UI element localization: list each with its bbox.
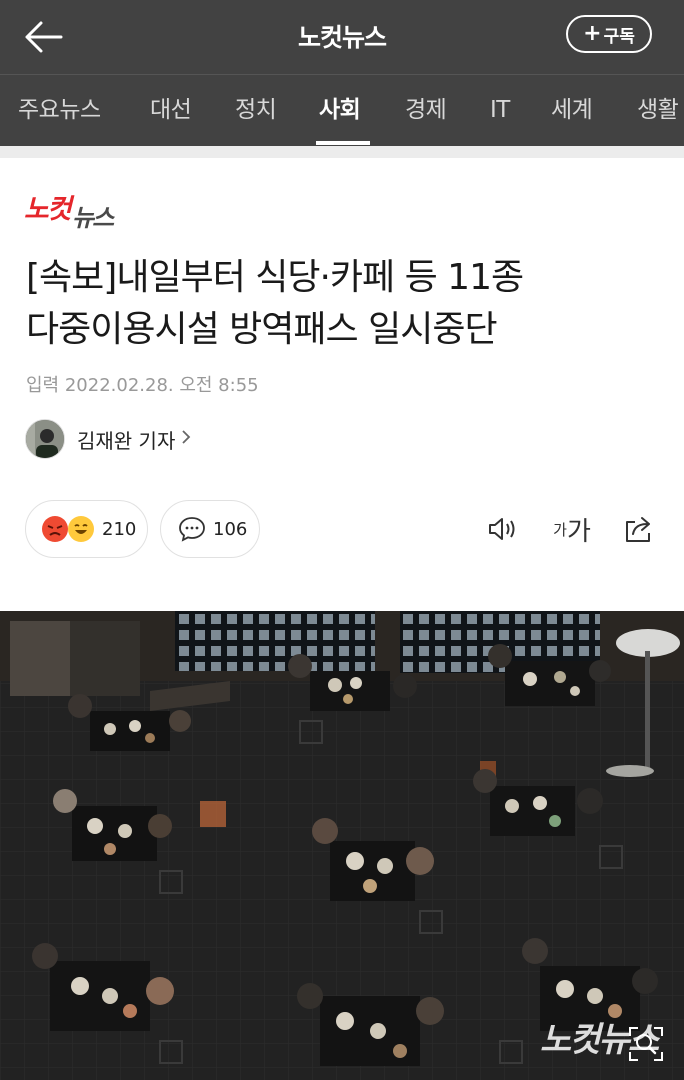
- tab-life[interactable]: 생활: [637, 75, 679, 146]
- avatar: [25, 419, 65, 459]
- font-size-button[interactable]: 가가: [549, 508, 595, 550]
- category-tabs: 주요뉴스 대선 정치 사회 경제 IT 세계 생활: [0, 74, 684, 146]
- font-size-large-label: 가: [566, 516, 591, 547]
- chevron-right-icon: [181, 429, 191, 450]
- active-tab-indicator: [316, 141, 370, 145]
- divider: [0, 146, 684, 158]
- tab-it[interactable]: IT: [490, 75, 510, 146]
- tab-society[interactable]: 사회: [319, 75, 361, 146]
- share-icon[interactable]: [618, 508, 660, 550]
- comment-count: 106: [213, 518, 248, 540]
- subscribe-label: 구독: [603, 26, 635, 47]
- headline-line-2: 다중이용시설 방역패스 일시중단: [26, 309, 498, 350]
- subscribe-button[interactable]: + 구독: [566, 15, 652, 53]
- headline-line-1: [속보]내일부터 식당·카페 등 11종: [26, 257, 524, 298]
- tab-politics[interactable]: 정치: [235, 75, 277, 146]
- article-headline: [속보]내일부터 식당·카페 등 11종 다중이용시설 방역패스 일시중단: [26, 252, 666, 356]
- angry-emoji-icon: [42, 516, 68, 542]
- svg-text:노컷: 노컷: [24, 194, 75, 225]
- reactions-button[interactable]: 210: [25, 500, 148, 558]
- laughing-emoji-icon: [68, 516, 94, 542]
- tab-election[interactable]: 대선: [150, 75, 192, 146]
- author-name: 김재완 기자: [77, 428, 176, 453]
- font-size-small-label: 가: [553, 520, 567, 539]
- tab-economy[interactable]: 경제: [405, 75, 447, 146]
- press-logo[interactable]: 노컷 뉴스: [24, 188, 124, 232]
- comments-button[interactable]: 106: [160, 500, 260, 558]
- reaction-count: 210: [102, 518, 137, 540]
- speaker-icon[interactable]: [482, 508, 524, 550]
- app-header: 노컷뉴스 + 구독: [0, 0, 684, 74]
- tab-world[interactable]: 세계: [551, 75, 593, 146]
- svg-text:뉴스: 뉴스: [72, 204, 115, 230]
- tab-main-news[interactable]: 주요뉴스: [18, 75, 101, 146]
- article-photo: [0, 611, 684, 1080]
- comment-icon: [178, 516, 206, 546]
- published-date: 입력 2022.02.28. 오전 8:55: [26, 375, 259, 396]
- zoom-search-icon[interactable]: [628, 1026, 664, 1062]
- author-link[interactable]: 김재완 기자: [25, 419, 191, 459]
- plus-icon: +: [583, 21, 602, 46]
